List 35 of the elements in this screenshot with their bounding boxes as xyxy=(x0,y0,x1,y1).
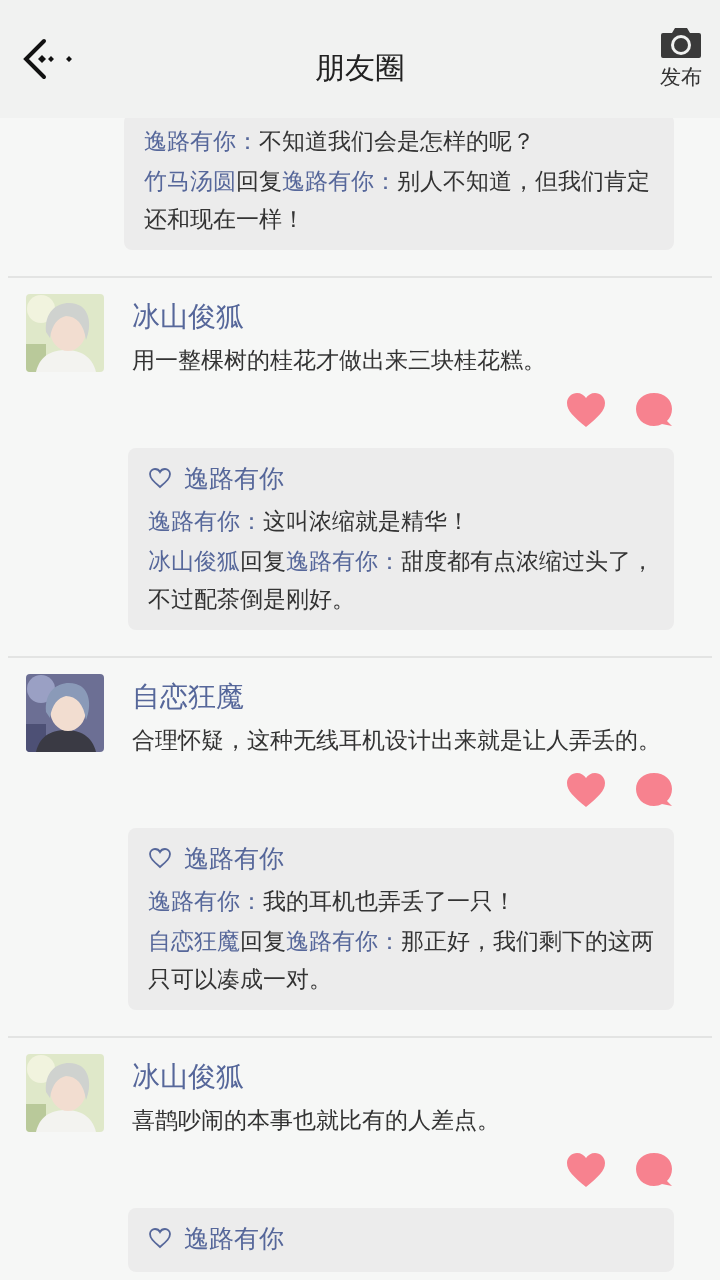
comment-button[interactable] xyxy=(634,1152,674,1188)
comment-button[interactable] xyxy=(634,772,674,808)
comment-text: 竹马汤圆回复逸路有你：别人不知道，但我们肯定还和现在一样！ xyxy=(144,167,651,234)
heart-icon xyxy=(148,847,172,869)
user-link[interactable]: 逸路有你 xyxy=(184,1221,284,1255)
comment-text: 冰山俊狐回复逸路有你：甜度都有点浓缩过头了，不过配茶倒是刚好。 xyxy=(148,547,654,614)
author-name[interactable]: 冰山俊狐 xyxy=(132,1058,244,1096)
user-link[interactable]: 逸路有你： xyxy=(282,168,397,194)
comment-text: 自恋狂魔回复逸路有你：那正好，我们剩下的这两只可以凑成一对。 xyxy=(148,927,654,994)
comment-text: 逸路有你：这叫浓缩就是精华！ xyxy=(148,507,471,536)
heart-icon xyxy=(148,467,172,489)
page-title: 朋友圈 xyxy=(315,50,405,85)
author-name[interactable]: 自恋狂魔 xyxy=(132,678,244,716)
like-button[interactable] xyxy=(566,1152,606,1188)
post-text: 喜鹊吵闹的本事也就比有的人差点。 xyxy=(132,1106,500,1135)
user-link[interactable]: 冰山俊狐 xyxy=(148,548,240,574)
like-button[interactable] xyxy=(566,392,606,428)
user-link[interactable]: 逸路有你 xyxy=(184,461,284,495)
user-link[interactable]: 逸路有你： xyxy=(286,928,401,954)
like-button[interactable] xyxy=(566,772,606,808)
user-link[interactable]: 竹马汤圆 xyxy=(144,168,236,194)
post-text: 用一整棵树的桂花才做出来三块桂花糕。 xyxy=(132,346,546,375)
author-name[interactable]: 冰山俊狐 xyxy=(132,298,244,336)
user-link[interactable]: 逸路有你 xyxy=(184,841,284,875)
comment-button[interactable] xyxy=(634,392,674,428)
comment-text: 逸路有你：不知道我们会是怎样的呢？ xyxy=(144,127,536,156)
user-link[interactable]: 逸路有你： xyxy=(148,508,263,534)
comment-text: 逸路有你：我的耳机也弄丢了一只！ xyxy=(148,887,517,916)
user-link[interactable]: 逸路有你： xyxy=(148,888,263,914)
user-link[interactable]: 逸路有你： xyxy=(144,128,259,154)
heart-icon xyxy=(148,1227,172,1249)
post-text: 合理怀疑，这种无线耳机设计出来就是让人弄丢的。 xyxy=(132,726,661,755)
user-link[interactable]: 自恋狂魔 xyxy=(148,928,240,954)
user-link[interactable]: 逸路有你： xyxy=(286,548,401,574)
publish-button[interactable]: 发布 xyxy=(660,27,702,91)
